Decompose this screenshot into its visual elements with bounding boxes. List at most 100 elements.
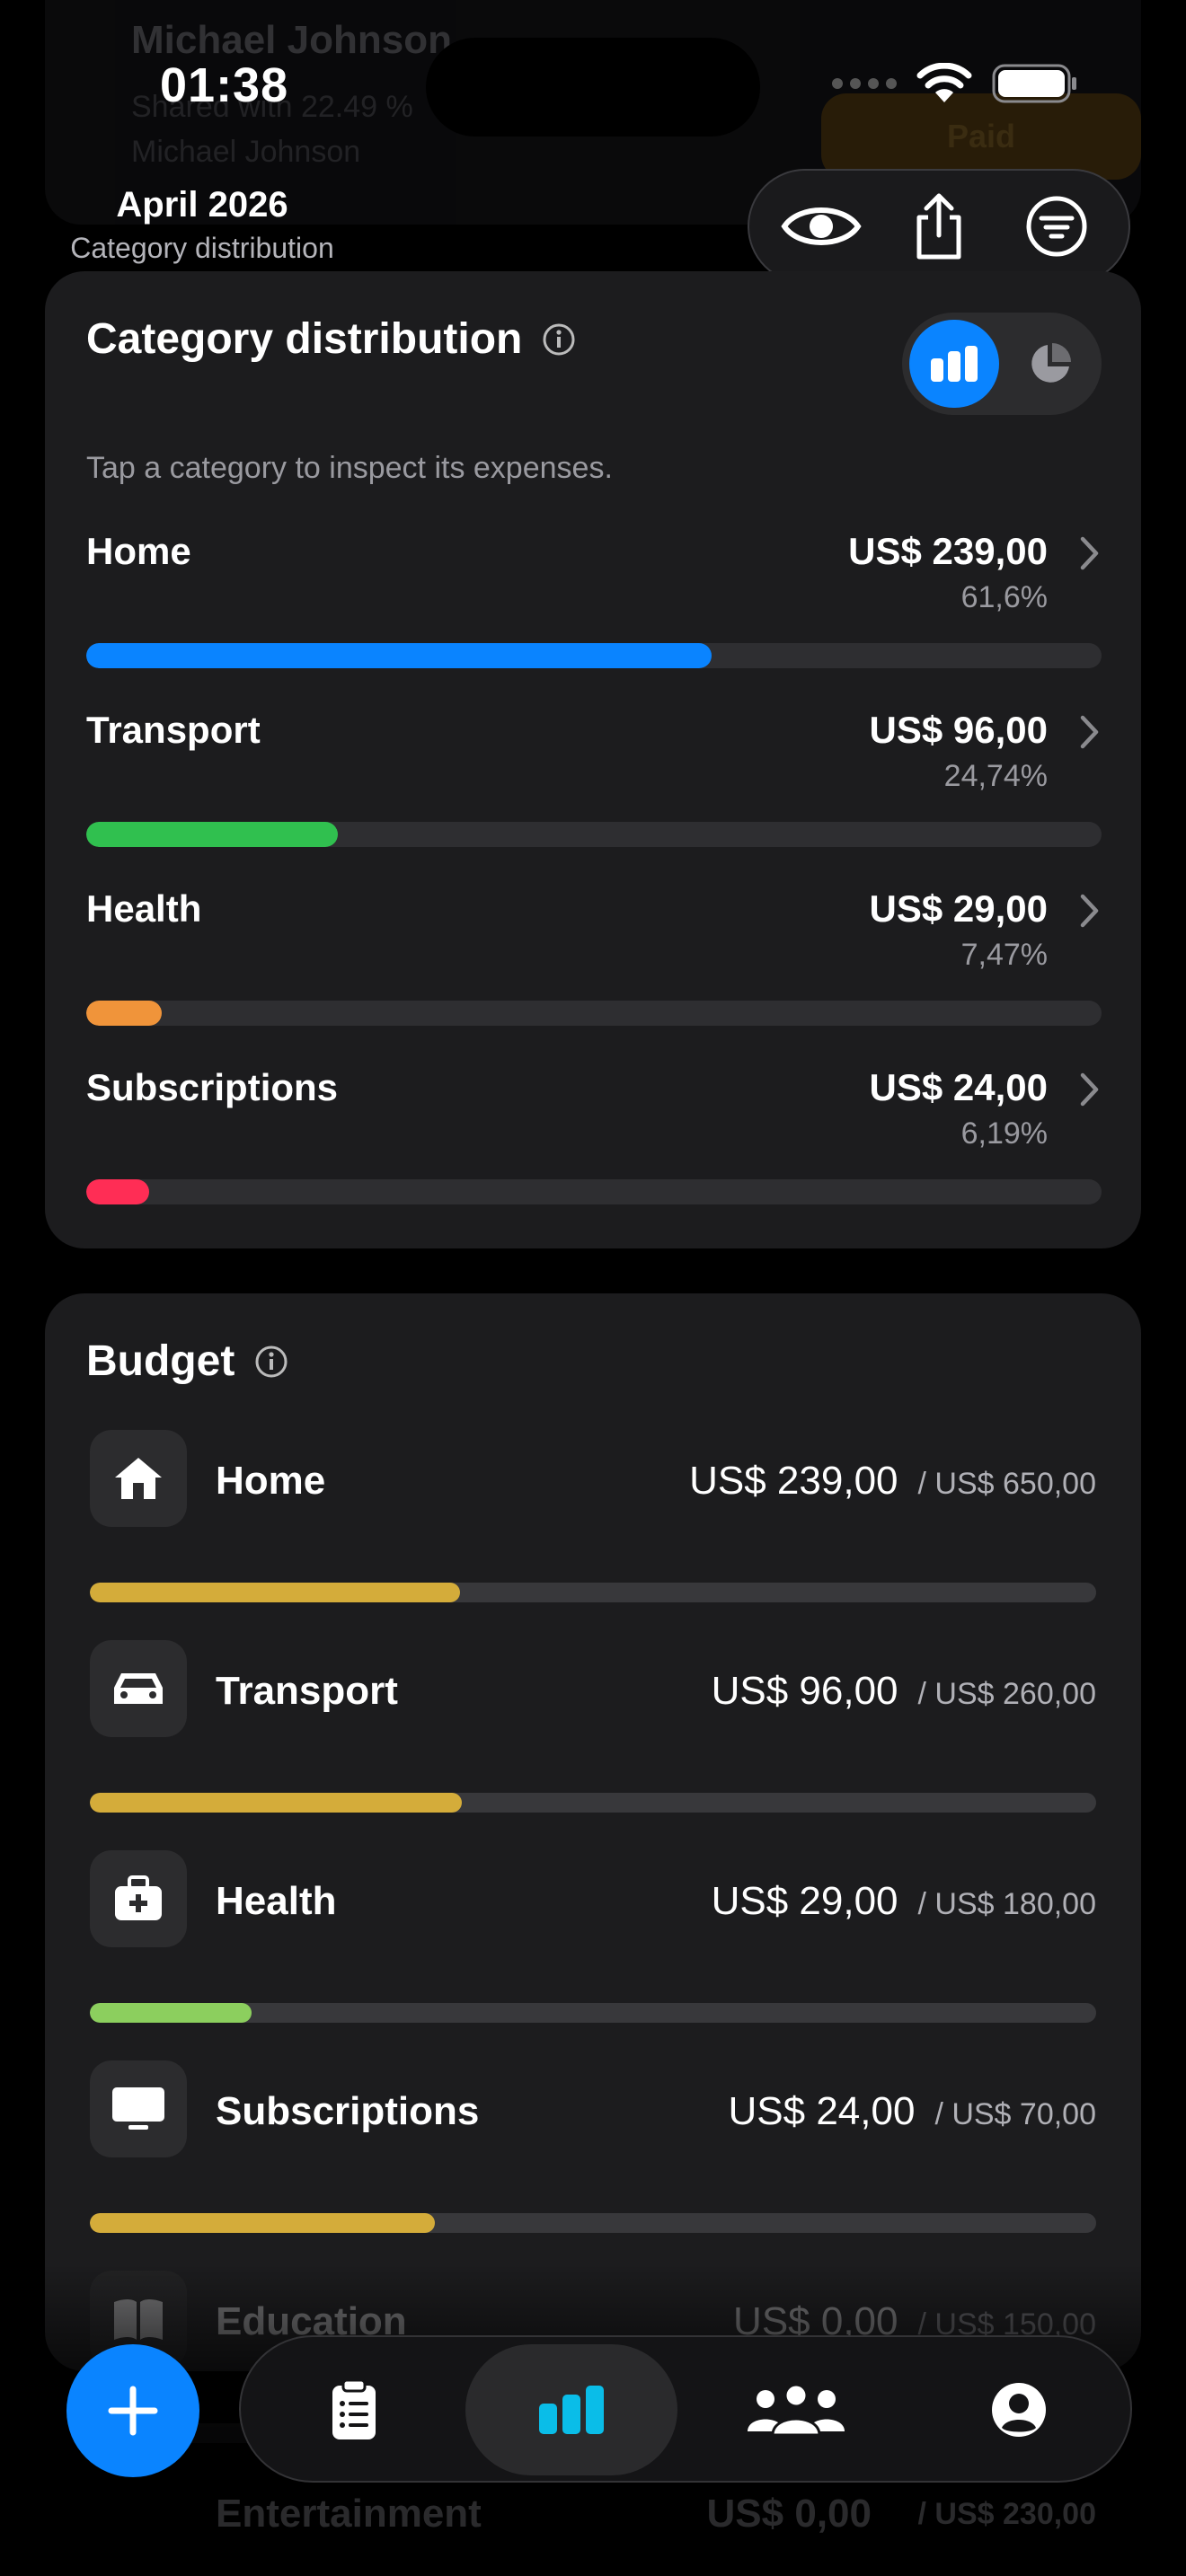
- category-percent: 24,74%: [943, 759, 1048, 793]
- category-row-subscriptions[interactable]: Subscriptions US$ 24,00 6,19%: [86, 1059, 1102, 1239]
- battery-icon: [992, 64, 1076, 103]
- home-icon: [90, 1430, 187, 1527]
- tab-reports[interactable]: [465, 2344, 677, 2475]
- bar-chart-view-button[interactable]: [909, 320, 999, 408]
- dynamic-island: [426, 38, 760, 137]
- budget-row-home[interactable]: Home US$ 239,00 / US$ 650,00: [90, 1430, 1096, 1636]
- pie-chart-view-button[interactable]: [1006, 320, 1094, 408]
- plus-icon: [108, 2386, 158, 2436]
- category-percent: 7,47%: [960, 938, 1048, 972]
- budget-progress-fill: [90, 1793, 462, 1813]
- add-transaction-button[interactable]: [66, 2344, 199, 2477]
- category-bar-track: [86, 822, 1102, 847]
- category-name: Subscriptions: [86, 1066, 339, 1108]
- budget-card: Budget Home US$ 239,00 / US$ 650,00 Transpo…: [45, 1293, 1141, 2443]
- bar-chart-icon: [931, 346, 978, 382]
- category-distribution-header: Category distribution: [86, 314, 576, 364]
- category-percent: 6,19%: [960, 1116, 1048, 1151]
- budget-row-health[interactable]: Health US$ 29,00 / US$ 180,00: [90, 1850, 1096, 2057]
- budget-spent: US$ 239,00: [689, 1459, 898, 1503]
- info-icon[interactable]: [542, 322, 576, 357]
- people-icon: [748, 2383, 845, 2437]
- filter-button[interactable]: [1007, 177, 1106, 276]
- ghost-name: Entertainment: [216, 2492, 482, 2536]
- budget-name: Transport: [216, 1669, 398, 1713]
- page-title: April 2026: [116, 185, 288, 225]
- budget-header: Budget: [86, 1337, 288, 1386]
- header-toolbar: [748, 169, 1130, 284]
- category-distribution-title: Category distribution: [86, 315, 523, 363]
- chevron-right-icon: [1078, 714, 1102, 754]
- budget-limit: / US$ 260,00: [917, 1677, 1096, 1711]
- wifi-icon: [916, 63, 972, 102]
- car-icon: [90, 1640, 187, 1737]
- background-line-2: Michael Johnson: [131, 135, 361, 169]
- budget-progress-track: [90, 2003, 1096, 2023]
- budget-progress-fill: [90, 2213, 436, 2233]
- budget-spent: US$ 96,00: [711, 1669, 898, 1713]
- budget-progress-track: [90, 2213, 1096, 2233]
- budget-limit: / US$ 180,00: [917, 1887, 1096, 1921]
- chevron-right-icon: [1078, 535, 1102, 576]
- tab-profile[interactable]: [913, 2344, 1125, 2475]
- chevron-right-icon: [1078, 893, 1102, 933]
- share-button[interactable]: [890, 177, 988, 276]
- bar-chart-icon: [539, 2386, 604, 2434]
- category-bar-fill: [86, 822, 338, 847]
- clipboard-icon: [332, 2378, 376, 2439]
- category-row-transport[interactable]: Transport US$ 96,00 24,74%: [86, 701, 1102, 881]
- eye-icon: [781, 207, 862, 245]
- category-bar-track: [86, 1001, 1102, 1026]
- category-bar-fill: [86, 643, 712, 668]
- category-hint: Tap a category to inspect its expenses.: [86, 451, 613, 485]
- category-row-home[interactable]: Home US$ 239,00 61,6%: [86, 523, 1102, 702]
- category-amount: US$ 24,00: [869, 1066, 1048, 1108]
- budget-name: Home: [216, 1459, 326, 1503]
- budget-progress-fill: [90, 1583, 460, 1602]
- budget-limit: / US$ 650,00: [917, 1467, 1096, 1501]
- ghost-amount: US$ 0,00: [706, 2492, 872, 2536]
- budget-limit: / US$ 70,00: [934, 2097, 1096, 2131]
- status-time: 01:38: [160, 58, 289, 112]
- info-icon[interactable]: [254, 1345, 288, 1379]
- category-percent: 61,6%: [960, 580, 1048, 614]
- budget-title: Budget: [86, 1337, 235, 1385]
- background-name: Michael Johnson: [131, 18, 452, 62]
- page-subtitle: Category distribution: [70, 232, 334, 264]
- category-distribution-card: Category distribution Tap a category to …: [45, 271, 1141, 1248]
- category-name: Health: [86, 887, 202, 930]
- share-icon: [916, 193, 961, 260]
- budget-values: US$ 24,00 / US$ 70,00: [729, 2089, 1097, 2134]
- budget-spent: US$ 24,00: [728, 2089, 916, 2133]
- chart-view-toggle: [902, 313, 1102, 415]
- budget-row-subscriptions[interactable]: Subscriptions US$ 24,00 / US$ 70,00: [90, 2060, 1096, 2267]
- status-icons: [832, 63, 1078, 104]
- category-name: Home: [86, 530, 191, 572]
- category-bar-track: [86, 1179, 1102, 1204]
- category-amount: US$ 96,00: [869, 709, 1048, 751]
- background-paid-button: Paid: [821, 93, 1141, 180]
- category-row-health[interactable]: Health US$ 29,00 7,47%: [86, 880, 1102, 1060]
- profile-icon: [992, 2383, 1046, 2437]
- budget-spent: US$ 29,00: [711, 1879, 898, 1923]
- tab-transactions[interactable]: [248, 2344, 460, 2475]
- budget-progress-track: [90, 1583, 1096, 1602]
- chevron-right-icon: [1078, 1072, 1102, 1112]
- budget-values: US$ 96,00 / US$ 260,00: [712, 1669, 1096, 1714]
- pie-chart-icon: [1031, 343, 1071, 383]
- category-amount: US$ 239,00: [848, 530, 1048, 572]
- category-name: Transport: [86, 709, 261, 751]
- budget-progress-fill: [90, 2003, 252, 2023]
- budget-name: Health: [216, 1879, 337, 1923]
- category-bar-fill: [86, 1179, 149, 1204]
- visibility-button[interactable]: [772, 177, 871, 276]
- cellular-signal-icon: [832, 78, 897, 89]
- ghost-limit: / US$ 230,00: [917, 2497, 1096, 2531]
- tv-icon: [90, 2060, 187, 2157]
- budget-name: Subscriptions: [216, 2089, 480, 2133]
- category-bar-track: [86, 643, 1102, 668]
- tab-bar: [239, 2335, 1132, 2483]
- budget-values: US$ 29,00 / US$ 180,00: [712, 1879, 1096, 1924]
- tab-people[interactable]: [690, 2344, 902, 2475]
- budget-row-transport[interactable]: Transport US$ 96,00 / US$ 260,00: [90, 1640, 1096, 1847]
